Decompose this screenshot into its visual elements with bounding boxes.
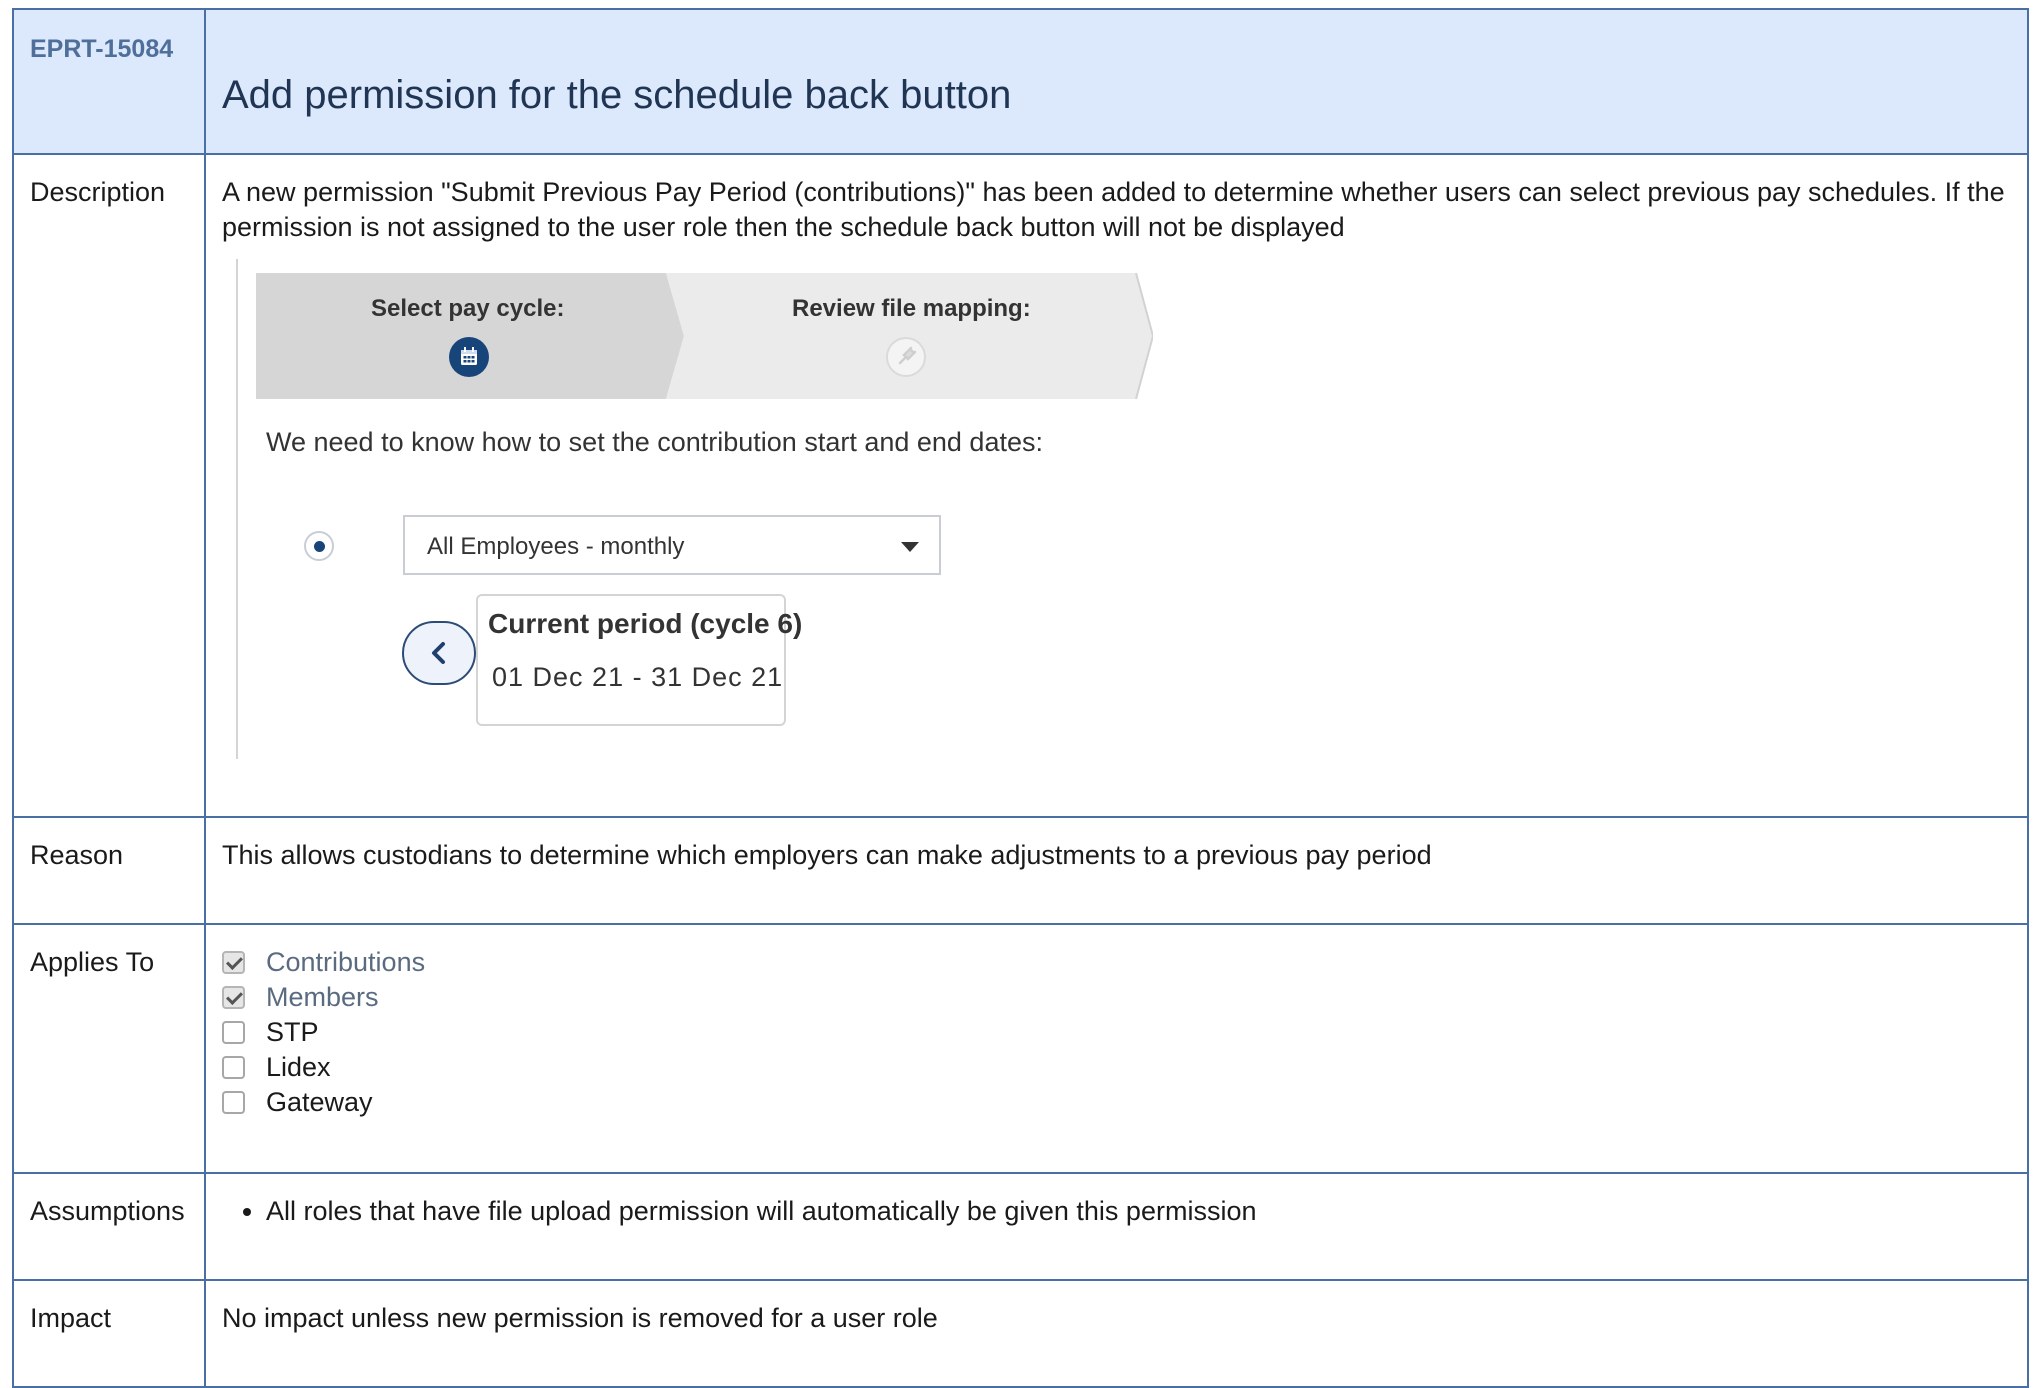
period-dates: 01 Dec 21 - 31 Dec 21 [492, 662, 784, 692]
period-title: Current period (cycle 6) [488, 608, 803, 639]
ticket-cell: EPRT-15084 [12, 8, 206, 155]
question-text: We need to know how to set the contribut… [266, 427, 1043, 457]
chevron-left-icon [432, 642, 445, 664]
period-card: Current period (cycle 6) 01 Dec 21 - 31 … [476, 594, 802, 726]
checkbox-label: STP [266, 1017, 319, 1047]
embedded-screenshot: Select pay cycle: Review file mapping: W… [236, 259, 1158, 759]
assumptions-content: All roles that have file upload permissi… [204, 1172, 2029, 1281]
wizard-steps: Select pay cycle: Review file mapping: [256, 272, 1155, 400]
step-review-file-mapping[interactable]: Review file mapping: [792, 291, 1031, 326]
checkbox-label: Members [266, 982, 379, 1012]
option-members: Members [222, 980, 2011, 1015]
ticket-id: EPRT-15084 [30, 35, 174, 63]
applies-to-label: Applies To [12, 923, 206, 1174]
schedule-back-button[interactable] [402, 621, 476, 685]
schedule-select-value: All Employees - monthly [427, 533, 685, 560]
reason-row: Reason This allows custodians to determi… [12, 816, 2029, 925]
checkbox-label: Contributions [266, 947, 426, 977]
description-row: Description A new permission "Submit Pre… [12, 153, 2029, 818]
impact-text: No impact unless new permission is remov… [204, 1279, 2029, 1388]
title-cell: Add permission for the schedule back but… [204, 8, 2029, 155]
reason-text: This allows custodians to determine whic… [204, 816, 2029, 925]
option-lidex: Lidex [222, 1050, 2011, 1085]
assumptions-label: Assumptions [12, 1172, 206, 1281]
plug-icon [886, 337, 926, 377]
checkbox-members[interactable] [222, 986, 245, 1009]
description-content: A new permission "Submit Previous Pay Pe… [204, 153, 2029, 818]
chevron-down-icon [901, 542, 919, 552]
option-contributions: Contributions [222, 945, 2011, 980]
applies-to-row: Applies To Contributions Members STP Lid… [12, 923, 2029, 1174]
list-item: All roles that have file upload permissi… [266, 1194, 2011, 1229]
step-select-pay-cycle[interactable]: Select pay cycle: [371, 291, 564, 326]
assumptions-row: Assumptions All roles that have file upl… [12, 1172, 2029, 1281]
checkbox-contributions[interactable] [222, 951, 245, 974]
option-stp: STP [222, 1015, 2011, 1050]
calendar-icon [449, 337, 489, 377]
header-row: EPRT-15084 Add permission for the schedu… [12, 8, 2029, 155]
page-title: Add permission for the schedule back but… [222, 73, 1012, 117]
description-label: Description [12, 153, 206, 818]
impact-row: Impact No impact unless new permission i… [12, 1279, 2029, 1388]
assumptions-list: All roles that have file upload permissi… [222, 1194, 2011, 1229]
checkbox-label: Lidex [266, 1052, 331, 1082]
impact-label: Impact [12, 1279, 206, 1388]
reason-label: Reason [12, 816, 206, 925]
checkbox-stp[interactable] [222, 1021, 245, 1044]
checkbox-label: Gateway [266, 1087, 373, 1117]
schedule-radio[interactable] [304, 531, 334, 561]
applies-to-options: Contributions Members STP Lidex Gateway [204, 923, 2029, 1174]
description-text: A new permission "Submit Previous Pay Pe… [222, 177, 2005, 242]
option-gateway: Gateway [222, 1085, 2011, 1120]
schedule-select[interactable]: All Employees - monthly [403, 515, 941, 575]
checkbox-lidex[interactable] [222, 1056, 245, 1079]
spec-table: EPRT-15084 Add permission for the schedu… [12, 8, 2029, 1388]
checkbox-gateway[interactable] [222, 1091, 245, 1114]
